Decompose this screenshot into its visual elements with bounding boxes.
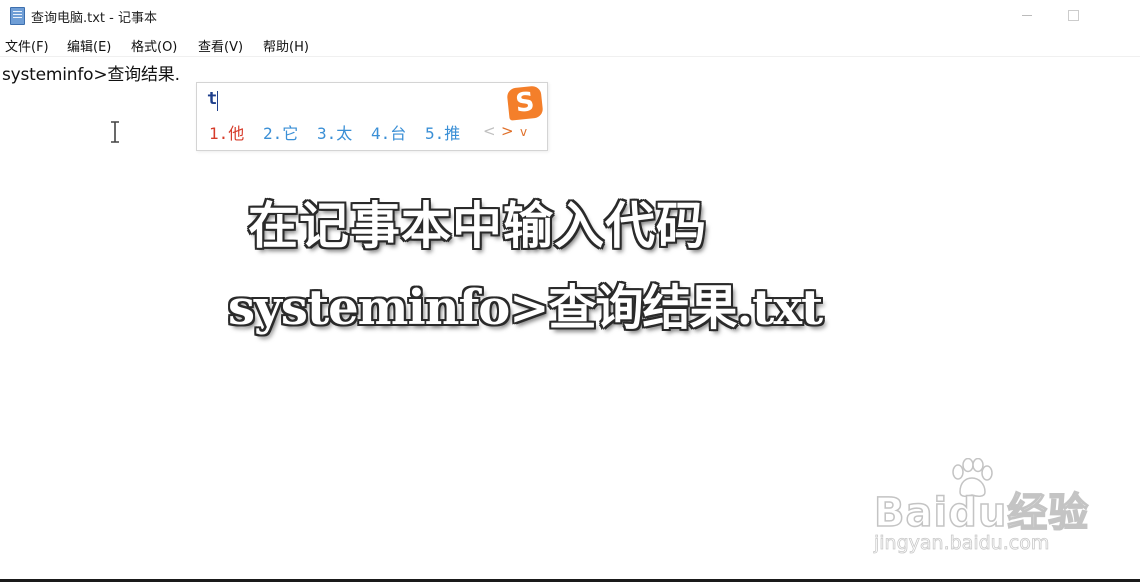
ime-candidate-3[interactable]: 3.太	[317, 120, 352, 144]
minimize-icon	[1022, 14, 1032, 16]
title-bar[interactable]: 查询电脑.txt - 记事本	[0, 0, 1140, 30]
watermark-url: jingyan.baidu.com	[874, 532, 1050, 555]
ime-caret	[217, 91, 218, 111]
tutorial-caption-line-1: 在记事本中输入代码	[248, 197, 707, 255]
minimize-button[interactable]	[1004, 0, 1050, 30]
ime-candidate-1[interactable]: 1.他	[209, 120, 244, 144]
maximize-icon	[1067, 9, 1079, 21]
window-title: 查询电脑.txt - 记事本	[31, 11, 157, 26]
ime-next-page-icon[interactable]: >	[501, 122, 514, 140]
ime-candidate-5[interactable]: 5.推	[425, 120, 460, 144]
menu-file[interactable]: 文件(F)	[5, 36, 49, 55]
menu-view[interactable]: 查看(V)	[198, 36, 243, 55]
menu-bar: 文件(F) 编辑(E) 格式(O) 查看(V) 帮助(H)	[0, 34, 1140, 56]
menu-format[interactable]: 格式(O)	[131, 36, 177, 55]
maximize-button[interactable]	[1050, 0, 1096, 30]
menu-edit[interactable]: 编辑(E)	[67, 36, 111, 55]
watermark-brand: Baidu经验	[873, 489, 1090, 537]
sogou-logo-icon[interactable]: S	[506, 85, 544, 121]
text-cursor-icon	[111, 121, 119, 143]
ime-candidate-2[interactable]: 2.它	[263, 120, 298, 144]
notepad-icon	[10, 7, 25, 25]
ime-candidate-window[interactable]: t S 1.他 2.它 3.太 4.台 5.推 < > v	[196, 82, 548, 151]
editor-content[interactable]: systeminfo>查询结果.	[2, 60, 180, 85]
ime-expand-icon[interactable]: v	[520, 125, 527, 139]
menu-help[interactable]: 帮助(H)	[263, 36, 309, 55]
close-button[interactable]	[1096, 0, 1140, 30]
baidu-watermark: Baidu经验 jingyan.baidu.com	[873, 458, 1089, 558]
ime-input-text: t	[207, 89, 218, 109]
ime-candidate-4[interactable]: 4.台	[371, 120, 406, 144]
tutorial-caption-line-2: systeminfo>查询结果.txt	[228, 280, 823, 336]
ime-prev-page-icon[interactable]: <	[483, 122, 496, 140]
